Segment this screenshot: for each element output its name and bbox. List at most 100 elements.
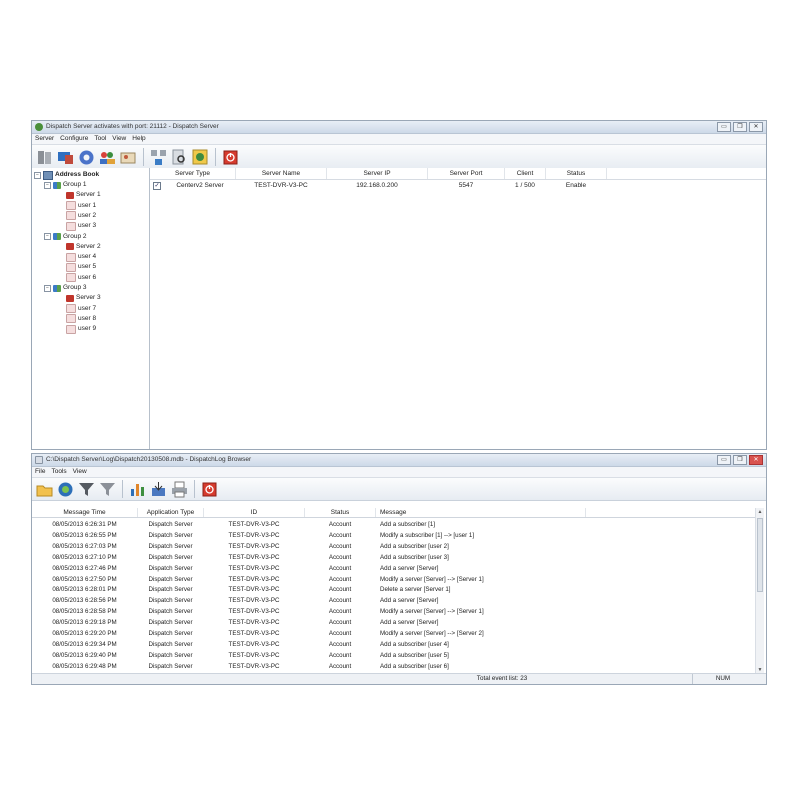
cell-message-time: 08/05/2013 6:27:10 PM xyxy=(52,553,117,561)
column-server-port[interactable]: Server Port xyxy=(428,168,505,179)
menu-view[interactable]: View xyxy=(73,467,87,477)
log-row[interactable]: 08/05/2013 6:27:10 PM Dispatch Server TEST… xyxy=(32,552,756,563)
close-button[interactable]: ✕ xyxy=(749,455,763,465)
tree-item[interactable]: user 3 xyxy=(66,221,96,231)
cell-message-time: 08/05/2013 6:26:55 PM xyxy=(52,531,117,539)
export-icon[interactable] xyxy=(149,480,168,499)
network-icon[interactable] xyxy=(149,148,168,167)
tree-item[interactable]: Server 1 xyxy=(66,190,101,200)
log-row[interactable]: 08/05/2013 6:26:31 PM Dispatch Server TEST… xyxy=(32,519,756,530)
cell-id: TEST-DVR-V3-PC xyxy=(228,553,280,561)
gear-icon[interactable] xyxy=(77,148,96,167)
minimize-button[interactable]: ▭ xyxy=(717,455,731,465)
cell-application-type: Dispatch Server xyxy=(148,662,193,670)
log-row[interactable]: 08/05/2013 6:29:20 PM Dispatch Server TEST… xyxy=(32,628,756,639)
tree-item[interactable]: user 8 xyxy=(66,314,96,324)
tree-group-label: Group 3 xyxy=(63,284,87,291)
log-row[interactable]: 08/05/2013 6:27:46 PM Dispatch Server TEST… xyxy=(32,563,756,574)
menu-help[interactable]: Help xyxy=(132,134,145,144)
cell-application-type: Dispatch Server xyxy=(148,619,193,627)
menu-tools[interactable]: Tools xyxy=(51,467,66,477)
column-status[interactable]: Status xyxy=(305,508,376,517)
refresh-icon[interactable] xyxy=(56,480,75,499)
log-row[interactable]: 08/05/2013 6:27:50 PM Dispatch Server TEST… xyxy=(32,574,756,585)
tree-group[interactable]: − Group 2 xyxy=(44,232,87,242)
tree-item-label: user 4 xyxy=(78,253,97,261)
tree-group[interactable]: − Group 1 xyxy=(44,180,87,190)
print-icon[interactable] xyxy=(170,480,189,499)
search-doc-icon[interactable] xyxy=(170,148,189,167)
cell-message-time: 08/05/2013 6:27:03 PM xyxy=(52,542,117,550)
tree-item[interactable]: user 1 xyxy=(66,201,96,211)
tree-item[interactable]: user 6 xyxy=(66,273,96,283)
tree-root-address-book[interactable]: − Address Book xyxy=(34,170,99,180)
server-row[interactable]: ✓ Centerv2 Server TEST-DVR-V3-PC 192.168… xyxy=(150,180,766,191)
tree-item[interactable]: user 7 xyxy=(66,304,96,314)
minimize-button[interactable]: ▭ xyxy=(717,122,731,132)
folder-icon[interactable] xyxy=(35,480,54,499)
filter-settings-icon[interactable] xyxy=(98,480,117,499)
monitor-icon[interactable] xyxy=(56,148,75,167)
collapse-toggle-icon[interactable]: − xyxy=(44,284,51,292)
log-row[interactable]: 08/05/2013 6:28:01 PM Dispatch Server TEST… xyxy=(32,584,756,595)
scroll-thumb[interactable] xyxy=(757,518,763,592)
log-row[interactable]: 08/05/2013 6:29:18 PM Dispatch Server TEST… xyxy=(32,617,756,628)
scroll-up-arrow-icon[interactable]: ▲ xyxy=(756,508,764,516)
column-server-type[interactable]: Server Type xyxy=(150,168,236,179)
tree-item[interactable]: Server 2 xyxy=(66,242,101,252)
menu-file[interactable]: File xyxy=(35,467,45,477)
column-id[interactable]: ID xyxy=(204,508,305,517)
cell-message: Modify a server [Server] --> [Server 2] xyxy=(380,630,484,637)
menu-tool[interactable]: Tool xyxy=(94,134,106,144)
log-row[interactable]: 08/05/2013 6:26:55 PM Dispatch Server TEST… xyxy=(32,530,756,541)
power-icon[interactable] xyxy=(200,480,219,499)
collapse-toggle-icon[interactable]: − xyxy=(44,233,51,240)
users-icon[interactable] xyxy=(98,148,117,167)
cell-status: Account xyxy=(328,662,352,670)
server-stack-icon[interactable] xyxy=(35,148,54,167)
cell-message: Add a server [Server] xyxy=(380,597,439,605)
menu-configure[interactable]: Configure xyxy=(60,134,88,144)
menu-view[interactable]: View xyxy=(112,134,126,144)
maximize-button[interactable]: ❐ xyxy=(733,455,747,465)
log-row[interactable]: 08/05/2013 6:29:48 PM Dispatch Server TEST… xyxy=(32,661,756,672)
cell-id: TEST-DVR-V3-PC xyxy=(228,542,280,550)
menu-server[interactable]: Server xyxy=(35,134,54,144)
chart-icon[interactable] xyxy=(128,480,147,499)
collapse-toggle-icon[interactable]: − xyxy=(34,171,41,179)
tree-item[interactable]: user 2 xyxy=(66,211,96,221)
column-server-ip[interactable]: Server IP xyxy=(327,168,428,179)
column-message-time[interactable]: Message Time xyxy=(32,508,138,517)
log-row[interactable]: 08/05/2013 6:27:03 PM Dispatch Server TEST… xyxy=(32,541,756,552)
column-server-name[interactable]: Server Name xyxy=(236,168,327,179)
log-row[interactable]: 08/05/2013 6:28:58 PM Dispatch Server TEST… xyxy=(32,606,756,617)
tree-item-label: user 8 xyxy=(78,314,97,322)
tree-item[interactable]: user 4 xyxy=(66,252,96,262)
tree-item[interactable]: Server 3 xyxy=(66,293,101,303)
tree-group[interactable]: − Group 3 xyxy=(44,283,87,293)
log-row[interactable]: 08/05/2013 6:29:40 PM Dispatch Server TEST… xyxy=(32,650,756,661)
collapse-toggle-icon[interactable]: − xyxy=(44,181,51,189)
cell-status: Account xyxy=(328,619,352,627)
column-application-type[interactable]: Application Type xyxy=(138,508,204,517)
cell-message-time: 08/05/2013 6:28:01 PM xyxy=(52,586,117,594)
log-icon[interactable] xyxy=(191,148,210,167)
column-client[interactable]: Client xyxy=(505,168,546,179)
user-card-icon[interactable] xyxy=(119,148,138,167)
cell-status: Account xyxy=(328,630,352,637)
log-row[interactable]: 08/05/2013 6:29:34 PM Dispatch Server TEST… xyxy=(32,639,756,650)
column-status[interactable]: Status xyxy=(546,168,607,179)
tree-item[interactable]: user 9 xyxy=(66,324,96,334)
filter-icon[interactable] xyxy=(77,480,96,499)
cell-message: Modify a subscriber [1] --> [user 1] xyxy=(380,531,475,539)
maximize-button[interactable]: ❐ xyxy=(733,122,747,132)
log-header: Message Time Application Type ID Status … xyxy=(32,508,756,518)
user-icon xyxy=(66,252,76,262)
log-scrollbar[interactable]: ▲ ▼ xyxy=(755,508,764,674)
close-button[interactable]: ✕ xyxy=(749,122,763,132)
tree-item[interactable]: user 5 xyxy=(66,262,96,272)
column-message[interactable]: Message xyxy=(376,508,586,517)
toolbar-separator xyxy=(215,148,216,166)
log-row[interactable]: 08/05/2013 6:28:56 PM Dispatch Server TEST… xyxy=(32,595,756,606)
power-icon[interactable] xyxy=(221,148,240,167)
